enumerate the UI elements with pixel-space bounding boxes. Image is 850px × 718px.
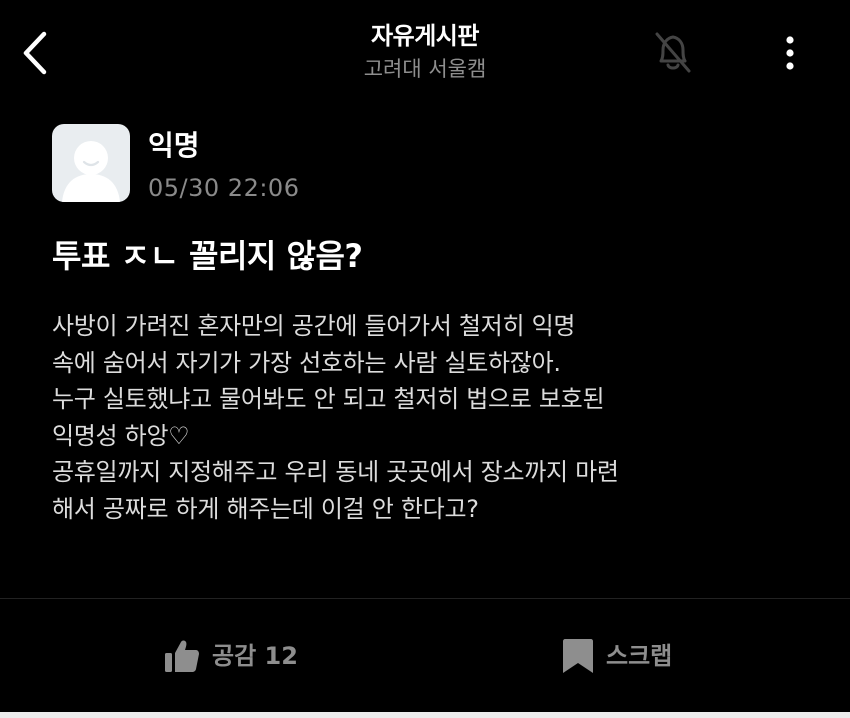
post-actions: 공감 12 스크랩 (0, 600, 850, 712)
body-line: 누구 실토했냐고 물어봐도 안 되고 철저히 법으로 보호된 (52, 385, 605, 414)
more-vertical-icon (786, 36, 794, 70)
post-title: 투표 ㅈㄴ 꼴리지 않음? (52, 237, 363, 275)
more-options-button[interactable] (770, 30, 810, 76)
body-line: 속에 숨어서 자기가 가장 선호하는 사람 실토하잖아. (52, 348, 561, 377)
anonymous-avatar-icon (62, 141, 120, 202)
bell-off-icon (655, 32, 691, 73)
divider (0, 598, 850, 599)
board-subtitle: 고려대 서울캠 (363, 57, 487, 81)
author-name: 익명 (148, 129, 200, 162)
body-line: 익명성 하앙♡ (52, 421, 190, 450)
bottom-strip (0, 712, 850, 718)
header-titles: 자유게시판 고려대 서울캠 (0, 20, 850, 84)
board-title: 자유게시판 (371, 22, 479, 50)
notification-toggle-button[interactable] (645, 24, 701, 80)
body-line: 공휴일까지 지정해주고 우리 동네 곳곳에서 장소까지 마련 (52, 458, 619, 487)
body-line: 사방이 가려진 혼자만의 공간에 들어가서 철저히 익명 (52, 312, 576, 340)
scrap-label: 스크랩 (606, 642, 673, 670)
avatar (52, 124, 130, 202)
post-author: 익명 05/30 22:06 (52, 124, 452, 204)
bookmark-icon (563, 639, 593, 673)
scrap-button[interactable]: 스크랩 (562, 636, 672, 676)
like-button[interactable]: 공감 12 (164, 636, 298, 676)
like-label: 공감 12 (212, 642, 298, 670)
thumbs-up-icon (165, 640, 199, 672)
post-timestamp: 05/30 22:06 (148, 174, 300, 202)
header-bar: 자유게시판 고려대 서울캠 (0, 0, 850, 100)
post-body: 사방이 가려진 혼자만의 공간에 들어가서 철저히 익명 속에 숨어서 자기가 … (52, 308, 812, 528)
body-line: 해서 공짜로 하게 해주는데 이걸 안 한다고? (52, 494, 479, 523)
